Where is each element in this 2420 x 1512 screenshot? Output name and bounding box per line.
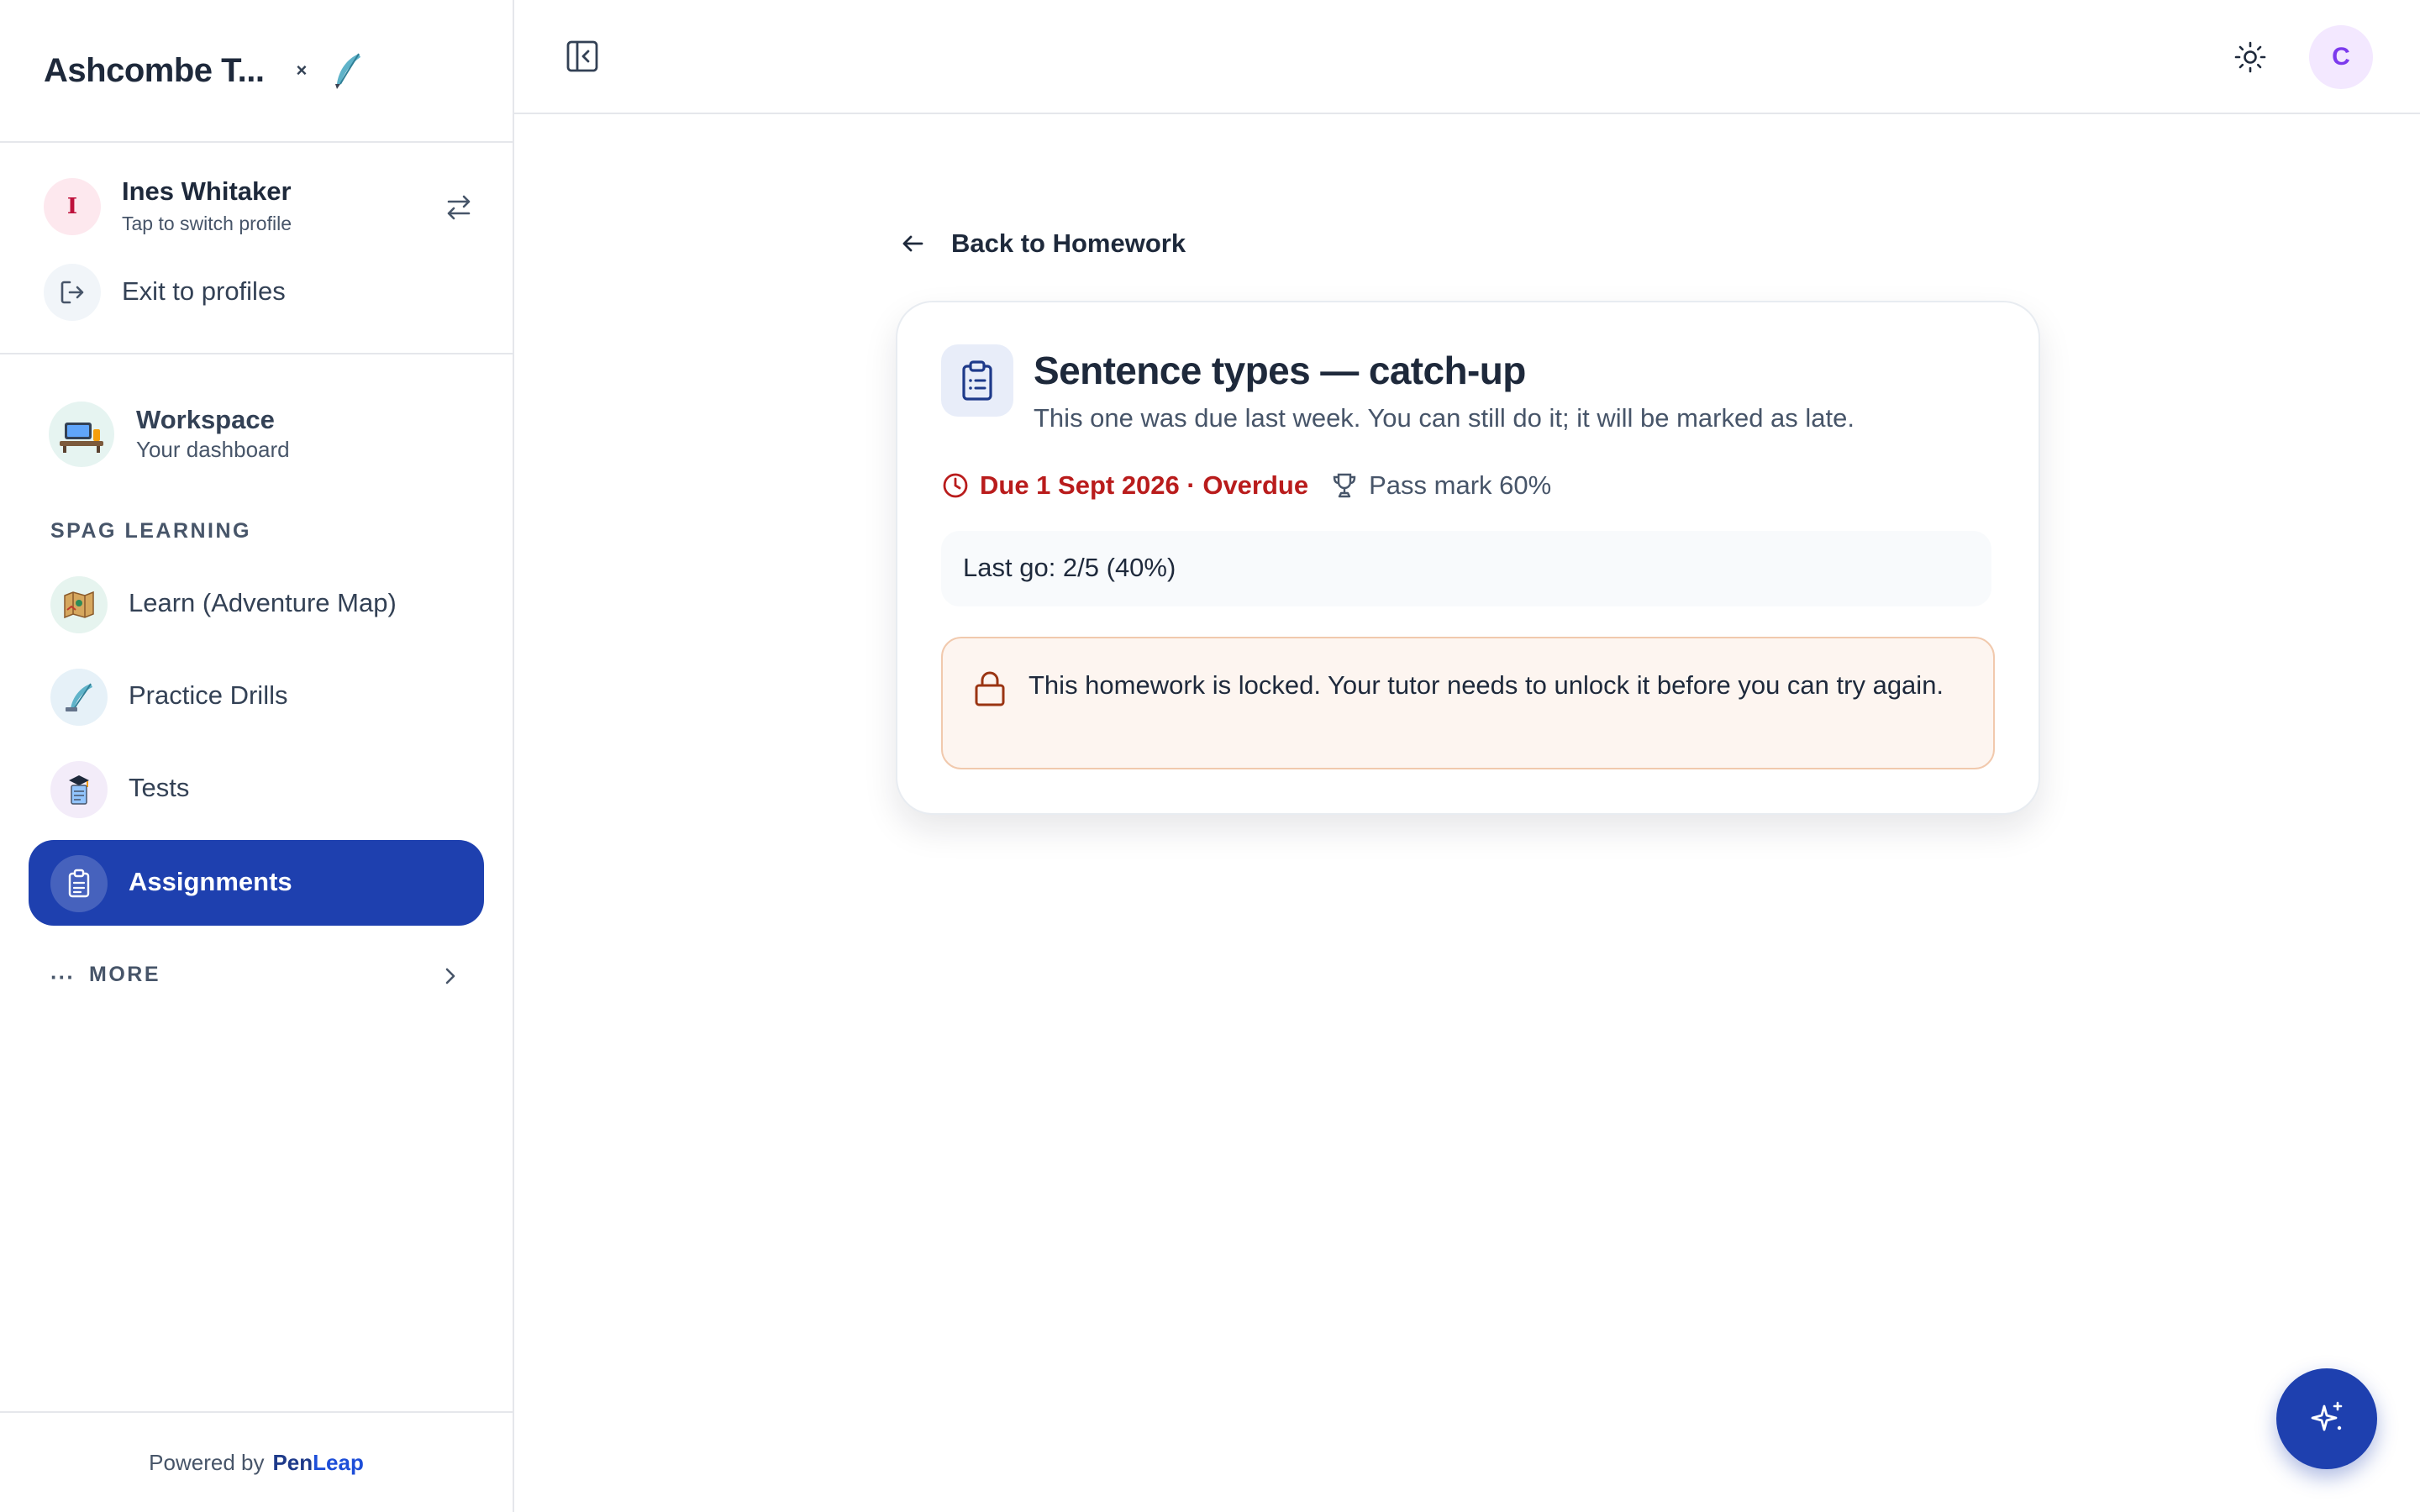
- sidebar-item-assignments[interactable]: Assignments: [29, 840, 484, 926]
- last-attempt-panel: Last go: 2/5 (40%): [941, 531, 1991, 606]
- divider: [0, 353, 513, 354]
- powered-by-text: Powered by: [149, 1450, 265, 1475]
- divider: [0, 1411, 513, 1413]
- assignment-title: Sentence types — catch-up: [1034, 349, 1526, 392]
- chevron-right-icon: [442, 966, 459, 986]
- last-attempt-score: Last go: 2/5 (40%): [963, 553, 1176, 582]
- clock-icon: [941, 471, 970, 500]
- due-date-status: Due 1 Sept 2026 · Overdue: [980, 470, 1309, 500]
- switch-profile-icon[interactable]: [440, 192, 477, 223]
- collapse-sidebar-icon[interactable]: [563, 37, 602, 76]
- assignment-description: This one was due last week. You can stil…: [1034, 403, 1854, 433]
- brand-row: Ashcombe T... ×: [44, 45, 366, 96]
- section-label: SPAG LEARNING: [50, 519, 251, 543]
- divider: [0, 141, 513, 143]
- exit-button[interactable]: [44, 264, 101, 321]
- workspace-subtitle: Your dashboard: [136, 437, 290, 462]
- pass-mark: Pass mark 60%: [1369, 470, 1552, 500]
- profile-avatar[interactable]: I: [44, 178, 101, 235]
- brand-logo-text: Leap: [313, 1450, 364, 1475]
- sidebar-item-learn[interactable]: Learn (Adventure Map): [29, 561, 484, 647]
- test-icon: [50, 761, 108, 818]
- sparkles-icon: [2306, 1398, 2348, 1440]
- more-menu-toggle[interactable]: ··· MORE: [50, 959, 471, 993]
- brand-name[interactable]: Ashcombe T...: [44, 52, 265, 90]
- more-label: MORE: [89, 963, 160, 986]
- brand-close-icon[interactable]: ×: [296, 60, 307, 81]
- topbar: [514, 0, 2420, 114]
- map-icon: [50, 576, 108, 633]
- quill-icon: [50, 669, 108, 726]
- sidebar-item-label: Learn (Adventure Map): [129, 588, 397, 617]
- quill-logo-icon: [329, 50, 366, 91]
- sun-icon[interactable]: [2233, 40, 2267, 74]
- trophy-icon: [1330, 471, 1359, 500]
- sidebar-item-label: Practice Drills: [129, 680, 288, 710]
- ai-assistant-button[interactable]: [2276, 1368, 2377, 1469]
- workspace-desk-icon: [58, 414, 105, 454]
- sidebar: Ashcombe T... × I Ines Whitaker Tap to s…: [0, 0, 514, 1512]
- powered-by: Powered by PenLeap: [0, 1450, 513, 1476]
- profile-name[interactable]: Ines Whitaker: [122, 176, 292, 207]
- exit-to-profiles-link[interactable]: Exit to profiles: [122, 276, 286, 307]
- user-avatar[interactable]: C: [2309, 25, 2373, 89]
- locked-notice: This homework is locked. Your tutor need…: [941, 637, 1995, 769]
- assignment-meta: Due 1 Sept 2026 · Overdue Pass mark 60%: [941, 467, 1551, 504]
- sidebar-item-tests[interactable]: Tests: [29, 746, 484, 832]
- clipboard-icon: [50, 855, 108, 912]
- logout-icon: [58, 278, 87, 307]
- sidebar-item-practice-drills[interactable]: Practice Drills: [29, 654, 484, 739]
- workspace-title[interactable]: Workspace: [136, 405, 275, 435]
- sidebar-item-label: Assignments: [129, 867, 292, 896]
- back-label: Back to Homework: [951, 228, 1186, 258]
- back-to-homework-link[interactable]: Back to Homework: [899, 225, 1186, 262]
- sidebar-item-label: Tests: [129, 773, 190, 802]
- arrow-left-icon: [899, 230, 926, 257]
- workspace-button[interactable]: [49, 402, 114, 467]
- locked-message: This homework is locked. Your tutor need…: [1028, 670, 1944, 700]
- ellipsis-icon: ···: [50, 964, 75, 990]
- profile-subtitle: Tap to switch profile: [122, 213, 292, 234]
- assignment-card: Sentence types — catch-up This one was d…: [896, 301, 2040, 815]
- lock-icon: [973, 670, 1007, 707]
- clipboard-icon: [941, 344, 1013, 417]
- brand-logo-text: Pen: [272, 1450, 313, 1475]
